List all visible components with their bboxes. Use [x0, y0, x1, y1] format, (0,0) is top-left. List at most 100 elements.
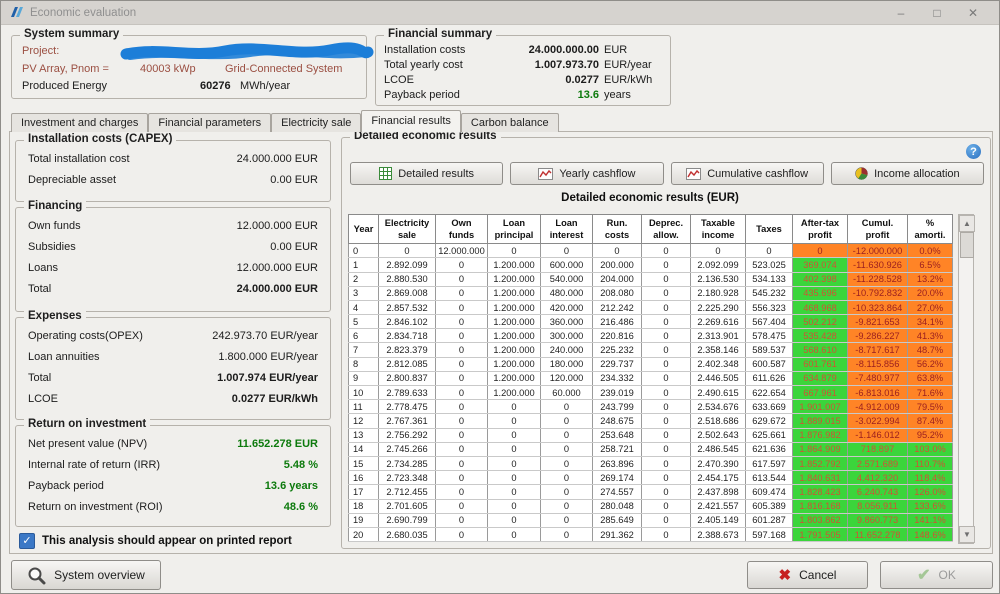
table-cell: 2.490.615: [691, 386, 746, 400]
table-scrollbar[interactable]: ▲ ▼: [958, 214, 974, 544]
print-report-checkbox[interactable]: ✓: [19, 533, 35, 549]
tab-electricity-sale[interactable]: Electricity sale: [271, 113, 361, 132]
scroll-up-icon[interactable]: ▲: [959, 215, 975, 232]
table-cell: 0: [349, 244, 379, 258]
table-cell: 0: [746, 244, 793, 258]
table-cell: 0: [541, 456, 593, 470]
table-cell: 180.000: [541, 357, 593, 371]
table-cell: 103.0%: [908, 442, 953, 456]
table-row: 162.723.348000269.17402.454.175613.5441.…: [349, 471, 953, 485]
ok-label: OK: [939, 568, 956, 582]
capex-row: Depreciable asset0.00 EUR: [16, 169, 330, 190]
table-cell: 240.000: [541, 343, 593, 357]
economic-evaluation-window: Economic evaluation – □ ✕ System summary…: [0, 0, 1000, 594]
table-cell: 253.648: [593, 428, 642, 442]
maximize-icon[interactable]: □: [919, 1, 955, 25]
table-cell: 0: [593, 244, 642, 258]
roi-rows: Net present value (NPV)11.652.278 EURInt…: [16, 433, 330, 517]
pv-array-label: PV Array, Pnom =: [22, 63, 109, 75]
tab-carbon-balance[interactable]: Carbon balance: [461, 113, 559, 132]
table-cell: 369.074: [793, 258, 848, 272]
table-cell: 402.398: [793, 272, 848, 286]
table-row: 22.880.53001.200.000540.000204.00002.136…: [349, 272, 953, 286]
results-button-row: Detailed results Yearly cashflow Cumulativ…: [350, 162, 984, 185]
table-cell: 0: [642, 414, 691, 428]
tab-financial-parameters[interactable]: Financial parameters: [148, 113, 271, 132]
button-label: Income allocation: [874, 168, 960, 180]
table-cell: 0: [642, 386, 691, 400]
table-cell: 1.791.505: [793, 527, 848, 541]
table-cell: 2.571.689: [848, 456, 908, 470]
financing-row: Subsidies0.00 EUR: [16, 236, 330, 257]
table-cell: 480.000: [541, 286, 593, 300]
system-overview-button[interactable]: System overview: [11, 560, 161, 590]
detailed-results-button[interactable]: Detailed results: [350, 162, 503, 185]
table-cell: 611.626: [746, 371, 793, 385]
table-row: 122.767.361000248.67502.518.686629.6721.…: [349, 414, 953, 428]
table-cell: 0: [642, 315, 691, 329]
close-icon[interactable]: ✕: [955, 1, 991, 25]
table-cell: 502.212: [793, 315, 848, 329]
table-cell: 625.661: [746, 428, 793, 442]
expenses-rows: Operating costs(OPEX)242.973.70 EUR/year…: [16, 325, 330, 409]
table-cell: 2.225.290: [691, 300, 746, 314]
table-cell: 667.961: [793, 386, 848, 400]
table-cell: 79.5%: [908, 400, 953, 414]
financing-row: Loans12.000.000 EUR: [16, 257, 330, 278]
table-cell: 0: [436, 357, 488, 371]
table-cell: 0: [436, 286, 488, 300]
scrollbar-thumb[interactable]: [960, 232, 974, 258]
table-cell: 2: [349, 272, 379, 286]
table-cell: 617.597: [746, 456, 793, 470]
button-label: Cumulative cashflow: [707, 168, 808, 180]
cumulative-cashflow-button[interactable]: Cumulative cashflow: [671, 162, 824, 185]
table-cell: 0: [541, 499, 593, 513]
table-cell: 110.7%: [908, 456, 953, 470]
roi-title: Return on investment: [24, 418, 150, 430]
table-cell: 2.712.455: [379, 485, 436, 499]
table-cell: 20: [349, 527, 379, 541]
table-cell: 239.019: [593, 386, 642, 400]
table-cell: 0: [541, 442, 593, 456]
column-header: Cumul.profit: [848, 215, 908, 244]
yearly-cashflow-button[interactable]: Yearly cashflow: [510, 162, 663, 185]
table-cell: 133.6%: [908, 499, 953, 513]
table-cell: 10: [349, 386, 379, 400]
table-row: 62.834.71801.200.000300.000220.81602.313…: [349, 329, 953, 343]
window-title: Economic evaluation: [30, 7, 136, 19]
tab-investment-and-charges[interactable]: Investment and charges: [11, 113, 148, 132]
expenses-title: Expenses: [24, 310, 86, 322]
table-cell: 0: [541, 471, 593, 485]
table-cell: 4.412.320: [848, 471, 908, 485]
table-cell: 3: [349, 286, 379, 300]
table-cell: 568.610: [793, 343, 848, 357]
table-cell: 468.968: [793, 300, 848, 314]
ok-button[interactable]: ✔ OK: [880, 561, 993, 589]
capex-row: Total installation cost24.000.000 EUR: [16, 148, 330, 169]
table-cell: 9: [349, 371, 379, 385]
tab-financial-results[interactable]: Financial results: [361, 110, 460, 132]
table-cell: 300.000: [541, 329, 593, 343]
table-cell: 0: [436, 456, 488, 470]
help-icon[interactable]: ?: [966, 144, 981, 159]
table-cell: -4.912.009: [848, 400, 908, 414]
table-cell: 95.2%: [908, 428, 953, 442]
table-cell: 18: [349, 499, 379, 513]
table-cell: 126.0%: [908, 485, 953, 499]
table-row: 82.812.08501.200.000180.000229.73702.402…: [349, 357, 953, 371]
minimize-icon[interactable]: –: [883, 1, 919, 25]
financing-row: Total24.000.000 EUR: [16, 278, 330, 299]
table-cell: 12: [349, 414, 379, 428]
table-cell: 601.761: [793, 357, 848, 371]
table-cell: 1.816.168: [793, 499, 848, 513]
table-cell: 613.544: [746, 471, 793, 485]
produced-energy-label: Produced Energy: [22, 80, 107, 92]
table-cell: 269.174: [593, 471, 642, 485]
income-allocation-button[interactable]: Income allocation: [831, 162, 984, 185]
table-cell: 0: [436, 513, 488, 527]
detailed-results-table: YearElectricitysaleOwnfundsLoanprincipal…: [348, 214, 953, 542]
table-cell: -11.630.926: [848, 258, 908, 272]
table-cell: 0: [436, 315, 488, 329]
cancel-button[interactable]: ✖ Cancel: [747, 561, 868, 589]
scroll-down-icon[interactable]: ▼: [959, 526, 975, 543]
